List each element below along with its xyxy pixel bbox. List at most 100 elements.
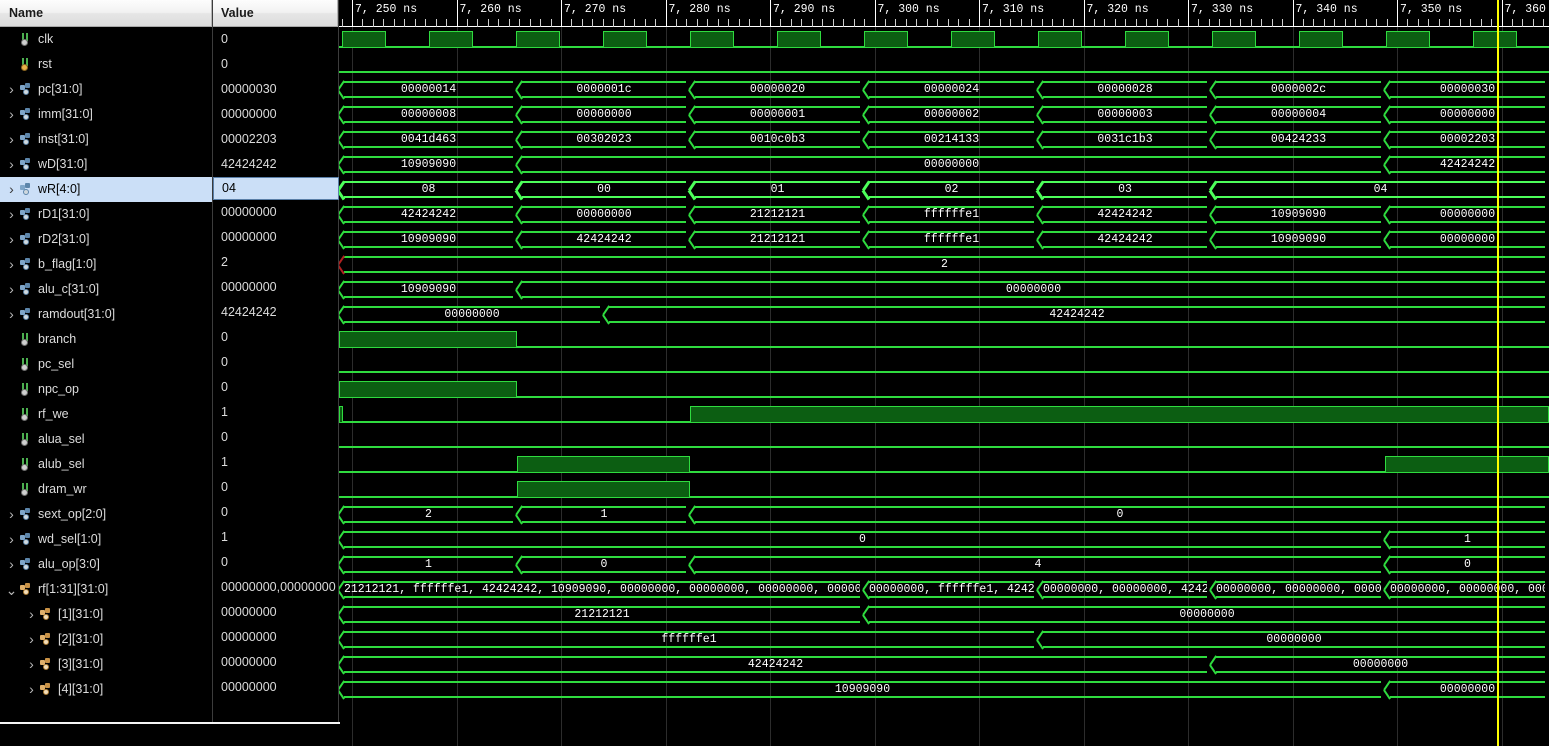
signal-value-imm-31-0[interactable]: 00000000 [213, 102, 338, 127]
signal-value-alua-sel[interactable]: 0 [213, 425, 338, 450]
chevron-right-icon[interactable]: › [4, 77, 19, 102]
signal-value-rf-we[interactable]: 1 [213, 400, 338, 425]
signal-row-rst[interactable]: rst [0, 52, 212, 77]
signal-value-wd-sel-1-0[interactable]: 1 [213, 525, 338, 550]
signal-value-branch[interactable]: 0 [213, 325, 338, 350]
waveform-row-npc_op[interactable] [339, 377, 1549, 402]
signal-row-3-31-0[interactable]: › [3][31:0] [0, 652, 212, 677]
waveform-row-pc_sel[interactable] [339, 352, 1549, 377]
waveform-row-rf2[interactable]: ffffffe1 00000000 [339, 627, 1549, 652]
signal-row-pc-sel[interactable]: pc_sel [0, 352, 212, 377]
waveform-row-alu_c[interactable]: 10909090 00000000 [339, 277, 1549, 302]
signal-row-1-31-0[interactable]: › [1][31:0] [0, 602, 212, 627]
waveform-row-rf3[interactable]: 42424242 00000000 [339, 652, 1549, 677]
signal-value-rd2-31-0[interactable]: 00000000 [213, 225, 338, 250]
waveform-row-alu_op[interactable]: 1 0 4 0 [339, 552, 1549, 577]
waveform-row-rf_we[interactable] [339, 402, 1549, 427]
signal-row-rd2-31-0[interactable]: › rD2[31:0] [0, 227, 212, 252]
signal-row-ramdout-31-0[interactable]: › ramdout[31:0] [0, 302, 212, 327]
chevron-right-icon[interactable]: › [4, 552, 19, 577]
waveform-row-rf_array[interactable]: 21212121, ffffffe1, 42424242, 10909090, … [339, 577, 1549, 602]
chevron-right-icon[interactable]: › [4, 227, 19, 252]
signal-value-dram-wr[interactable]: 0 [213, 475, 338, 500]
signal-row-dram-wr[interactable]: dram_wr [0, 477, 212, 502]
waveform-row-clk[interactable] [339, 27, 1549, 52]
signal-row-4-31-0[interactable]: › [4][31:0] [0, 677, 212, 702]
chevron-right-icon[interactable]: › [4, 277, 19, 302]
signal-value-2-31-0[interactable]: 00000000 [213, 625, 338, 650]
waveform-row-wd_sel[interactable]: 01 [339, 527, 1549, 552]
waveform-row-rD2[interactable]: 10909090 42424242 21212121 ffffffe1 42424242… [339, 227, 1549, 252]
chevron-right-icon[interactable]: › [4, 527, 19, 552]
signal-row-alua-sel[interactable]: alua_sel [0, 427, 212, 452]
chevron-right-icon[interactable]: › [4, 102, 19, 127]
signal-row-pc-31-0[interactable]: › pc[31:0] [0, 77, 212, 102]
signal-row-alu-c-31-0[interactable]: › alu_c[31:0] [0, 277, 212, 302]
signal-row-imm-31-0[interactable]: › imm[31:0] [0, 102, 212, 127]
chevron-right-icon[interactable]: › [24, 677, 39, 702]
waveform-row-imm[interactable]: 00000008 00000000 00000001 00000002 00000003… [339, 102, 1549, 127]
chevron-right-icon[interactable]: › [4, 502, 19, 527]
signal-row-clk[interactable]: clk [0, 27, 212, 52]
waveform-row-rst[interactable] [339, 52, 1549, 77]
chevron-right-icon[interactable]: › [4, 152, 19, 177]
chevron-right-icon[interactable]: › [4, 302, 19, 327]
name-column-header[interactable]: Name [0, 0, 212, 27]
signal-value-1-31-0[interactable]: 00000000 [213, 600, 338, 625]
waveform-row-rD1[interactable]: 42424242 00000000 21212121 ffffffe1 42424242… [339, 202, 1549, 227]
waveform-row-sext_op[interactable]: 2 1 0 [339, 502, 1549, 527]
waveform-row-wR[interactable]: 08 00 01 02 03 04 [339, 177, 1549, 202]
signal-value-npc-op[interactable]: 0 [213, 375, 338, 400]
signal-row-npc-op[interactable]: npc_op [0, 377, 212, 402]
waveform-row-alua_sel[interactable] [339, 427, 1549, 452]
waveform-row-ramdout[interactable]: 00000000 42424242 [339, 302, 1549, 327]
signal-value-alu-c-31-0[interactable]: 00000000 [213, 275, 338, 300]
signal-value-b-flag-1-0[interactable]: 2 [213, 250, 338, 275]
waveform-row-b_flag[interactable]: 2 [339, 252, 1549, 277]
chevron-right-icon[interactable]: › [4, 127, 19, 152]
signal-row-wr-4-0[interactable]: › wR[4:0] [0, 177, 212, 202]
signal-row-b-flag-1-0[interactable]: › b_flag[1:0] [0, 252, 212, 277]
time-cursor[interactable] [1496, 0, 1499, 746]
waveform-row-rf4[interactable]: 10909090 00000000 [339, 677, 1549, 702]
signal-value-rd1-31-0[interactable]: 00000000 [213, 200, 338, 225]
waveform-row-rf1[interactable]: 21212121 00000000 [339, 602, 1549, 627]
signal-value-pc-sel[interactable]: 0 [213, 350, 338, 375]
signal-value-ramdout-31-0[interactable]: 42424242 [213, 300, 338, 325]
signal-value-alu-op-3-0[interactable]: 0 [213, 550, 338, 575]
signal-value-sext-op-2-0[interactable]: 0 [213, 500, 338, 525]
signal-value-alub-sel[interactable]: 1 [213, 450, 338, 475]
waveform-row-alub_sel[interactable] [339, 452, 1549, 477]
waveform-canvas[interactable]: 00000014 0000001c 00000020 00000024 00000028… [339, 27, 1549, 746]
signal-row-sext-op-2-0[interactable]: › sext_op[2:0] [0, 502, 212, 527]
signal-value-wd-31-0[interactable]: 42424242 [213, 152, 338, 177]
chevron-right-icon[interactable]: › [24, 602, 39, 627]
chevron-right-icon[interactable]: › [24, 627, 39, 652]
waveform-row-wD[interactable]: 10909090 00000000 42424242 [339, 152, 1549, 177]
waveform-row-pc[interactable]: 00000014 0000001c 00000020 00000024 00000028… [339, 77, 1549, 102]
waveform-row-inst[interactable]: 0041d463 00302023 0010c0b3 00214133 0031c1b3… [339, 127, 1549, 152]
signal-value-4-31-0[interactable]: 00000000 [213, 675, 338, 700]
signal-row-wd-31-0[interactable]: › wD[31:0] [0, 152, 212, 177]
signal-row-rf-we[interactable]: rf_we [0, 402, 212, 427]
signal-value-inst-31-0[interactable]: 00002203 [213, 127, 338, 152]
signal-value-3-31-0[interactable]: 00000000 [213, 650, 338, 675]
signal-row-branch[interactable]: branch [0, 327, 212, 352]
waveform-pane[interactable]: 7, 250 ns 7, 260 ns 7, 270 ns 7, 280 ns 7, 2… [339, 0, 1549, 746]
value-column-header[interactable]: Value [213, 0, 338, 27]
chevron-down-icon[interactable]: ⌄ [4, 583, 19, 597]
signal-value-pc-31-0[interactable]: 00000030 [213, 77, 338, 102]
chevron-right-icon[interactable]: › [4, 177, 19, 202]
signal-row-alub-sel[interactable]: alub_sel [0, 452, 212, 477]
signal-value-wr-4-0[interactable]: 04 [213, 177, 339, 200]
signal-value-clk[interactable]: 0 [213, 27, 338, 52]
time-ruler[interactable]: 7, 250 ns 7, 260 ns 7, 270 ns 7, 280 ns 7, 2… [339, 0, 1549, 27]
chevron-right-icon[interactable]: › [4, 202, 19, 227]
waveform-row-dram_wr[interactable] [339, 477, 1549, 502]
signal-row-rd1-31-0[interactable]: › rD1[31:0] [0, 202, 212, 227]
signal-row-rf-1-31-31-0[interactable]: ⌄ rf[1:31][31:0] [0, 577, 212, 602]
signal-row-2-31-0[interactable]: › [2][31:0] [0, 627, 212, 652]
signal-value-rf-1-31-31-0[interactable]: 00000000,00000000 [213, 575, 338, 600]
signal-row-alu-op-3-0[interactable]: › alu_op[3:0] [0, 552, 212, 577]
signal-row-wd-sel-1-0[interactable]: › wd_sel[1:0] [0, 527, 212, 552]
